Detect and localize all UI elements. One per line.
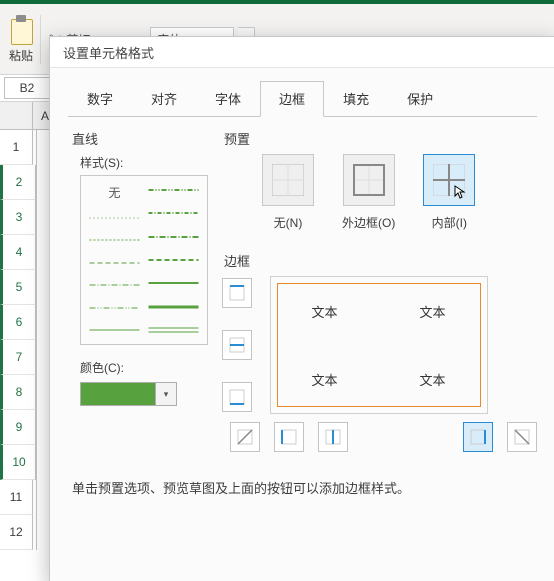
border-diag-up-icon bbox=[236, 428, 254, 446]
select-all-corner[interactable] bbox=[0, 102, 33, 130]
preset-none-label: 无(N) bbox=[274, 214, 303, 231]
preset-section-title: 预置 bbox=[220, 129, 537, 148]
paste-button[interactable]: 粘贴 bbox=[8, 15, 41, 64]
style-dashdotdot[interactable] bbox=[89, 302, 140, 314]
row-header[interactable]: 4 bbox=[0, 235, 36, 270]
row-header[interactable]: 11 bbox=[0, 480, 33, 515]
dialog-title: 设置单元格格式 bbox=[50, 37, 554, 68]
border-right-icon bbox=[469, 428, 487, 446]
row-header[interactable]: 2 bbox=[0, 165, 36, 200]
border-top-button[interactable] bbox=[222, 278, 252, 308]
style-thin[interactable] bbox=[89, 324, 140, 336]
row-headers: 123456789101112 bbox=[0, 130, 37, 550]
preset-outline[interactable]: 外边框(O) bbox=[342, 154, 395, 231]
style-double[interactable] bbox=[148, 324, 199, 336]
cursor-icon bbox=[454, 185, 468, 199]
row-header[interactable]: 12 bbox=[0, 515, 33, 550]
style-medium-dashdotdot[interactable] bbox=[148, 184, 199, 196]
style-none[interactable]: 无 bbox=[89, 184, 140, 201]
style-thick[interactable] bbox=[148, 301, 199, 313]
row-header[interactable]: 5 bbox=[0, 270, 36, 305]
border-diag-up-button[interactable] bbox=[230, 422, 260, 452]
tab-4[interactable]: 填充 bbox=[324, 81, 388, 117]
row-header[interactable]: 9 bbox=[0, 410, 36, 445]
style-medium-dashdot[interactable] bbox=[148, 231, 199, 243]
tab-5[interactable]: 保护 bbox=[388, 81, 452, 117]
tab-1[interactable]: 对齐 bbox=[132, 81, 196, 117]
style-dashed-1[interactable] bbox=[89, 257, 140, 269]
preset-outline-icon bbox=[353, 164, 385, 196]
style-label: 样式(S): bbox=[80, 154, 208, 171]
border-left-button[interactable] bbox=[274, 422, 304, 452]
clipboard-icon bbox=[8, 15, 34, 45]
color-swatch bbox=[80, 382, 156, 406]
style-medium[interactable] bbox=[148, 277, 199, 289]
paste-label: 粘贴 bbox=[9, 47, 33, 64]
row-header[interactable]: 3 bbox=[0, 200, 36, 235]
hint-text: 单击预置选项、预览草图及上面的按钮可以添加边框样式。 bbox=[68, 478, 537, 497]
color-picker[interactable]: ▾ bbox=[80, 382, 208, 406]
style-dotted-2[interactable] bbox=[89, 234, 140, 246]
border-section-title: 边框 bbox=[220, 251, 537, 270]
border-diag-down-button[interactable] bbox=[507, 422, 537, 452]
row-header[interactable]: 8 bbox=[0, 375, 36, 410]
preset-inside-label: 内部(I) bbox=[432, 214, 467, 231]
format-cells-dialog: 设置单元格格式 数字对齐字体边框填充保护 直线 样式(S): 无 bbox=[49, 36, 554, 581]
tab-0[interactable]: 数字 bbox=[68, 81, 132, 117]
line-section-title: 直线 bbox=[68, 129, 208, 148]
dialog-tabs: 数字对齐字体边框填充保护 bbox=[68, 80, 537, 117]
row-header[interactable]: 1 bbox=[0, 130, 33, 165]
chevron-down-icon[interactable]: ▾ bbox=[156, 382, 177, 406]
border-vmiddle-button[interactable] bbox=[318, 422, 348, 452]
preset-outline-label: 外边框(O) bbox=[342, 214, 395, 231]
tab-2[interactable]: 字体 bbox=[196, 81, 260, 117]
style-dotted-1[interactable] bbox=[89, 212, 140, 224]
border-bottom-button[interactable] bbox=[222, 382, 252, 412]
border-bottom-icon bbox=[228, 388, 246, 406]
preset-none-icon bbox=[272, 164, 304, 196]
border-right-button[interactable] bbox=[463, 422, 493, 452]
border-hmiddle-button[interactable] bbox=[222, 330, 252, 360]
row-header[interactable]: 7 bbox=[0, 340, 36, 375]
style-medium-dashed[interactable] bbox=[148, 254, 199, 266]
preset-none[interactable]: 无(N) bbox=[262, 154, 314, 231]
row-header[interactable]: 10 bbox=[0, 445, 36, 480]
preview-outline bbox=[277, 283, 481, 407]
row-header[interactable]: 6 bbox=[0, 305, 36, 340]
line-style-list[interactable]: 无 bbox=[80, 175, 208, 345]
border-vmiddle-icon bbox=[324, 428, 342, 446]
border-top-icon bbox=[228, 284, 246, 302]
style-dashdot[interactable] bbox=[89, 279, 140, 291]
border-preview[interactable]: 文本 文本 文本 文本 bbox=[270, 276, 488, 414]
border-hmiddle-icon bbox=[228, 336, 246, 354]
tab-3[interactable]: 边框 bbox=[260, 81, 324, 117]
border-left-icon bbox=[280, 428, 298, 446]
style-slantdashdot[interactable] bbox=[148, 207, 199, 219]
cell-reference[interactable]: B2 bbox=[4, 77, 50, 99]
color-label: 颜色(C): bbox=[80, 359, 208, 376]
border-diag-down-icon bbox=[513, 428, 531, 446]
preset-inside[interactable]: 内部(I) bbox=[423, 154, 475, 231]
